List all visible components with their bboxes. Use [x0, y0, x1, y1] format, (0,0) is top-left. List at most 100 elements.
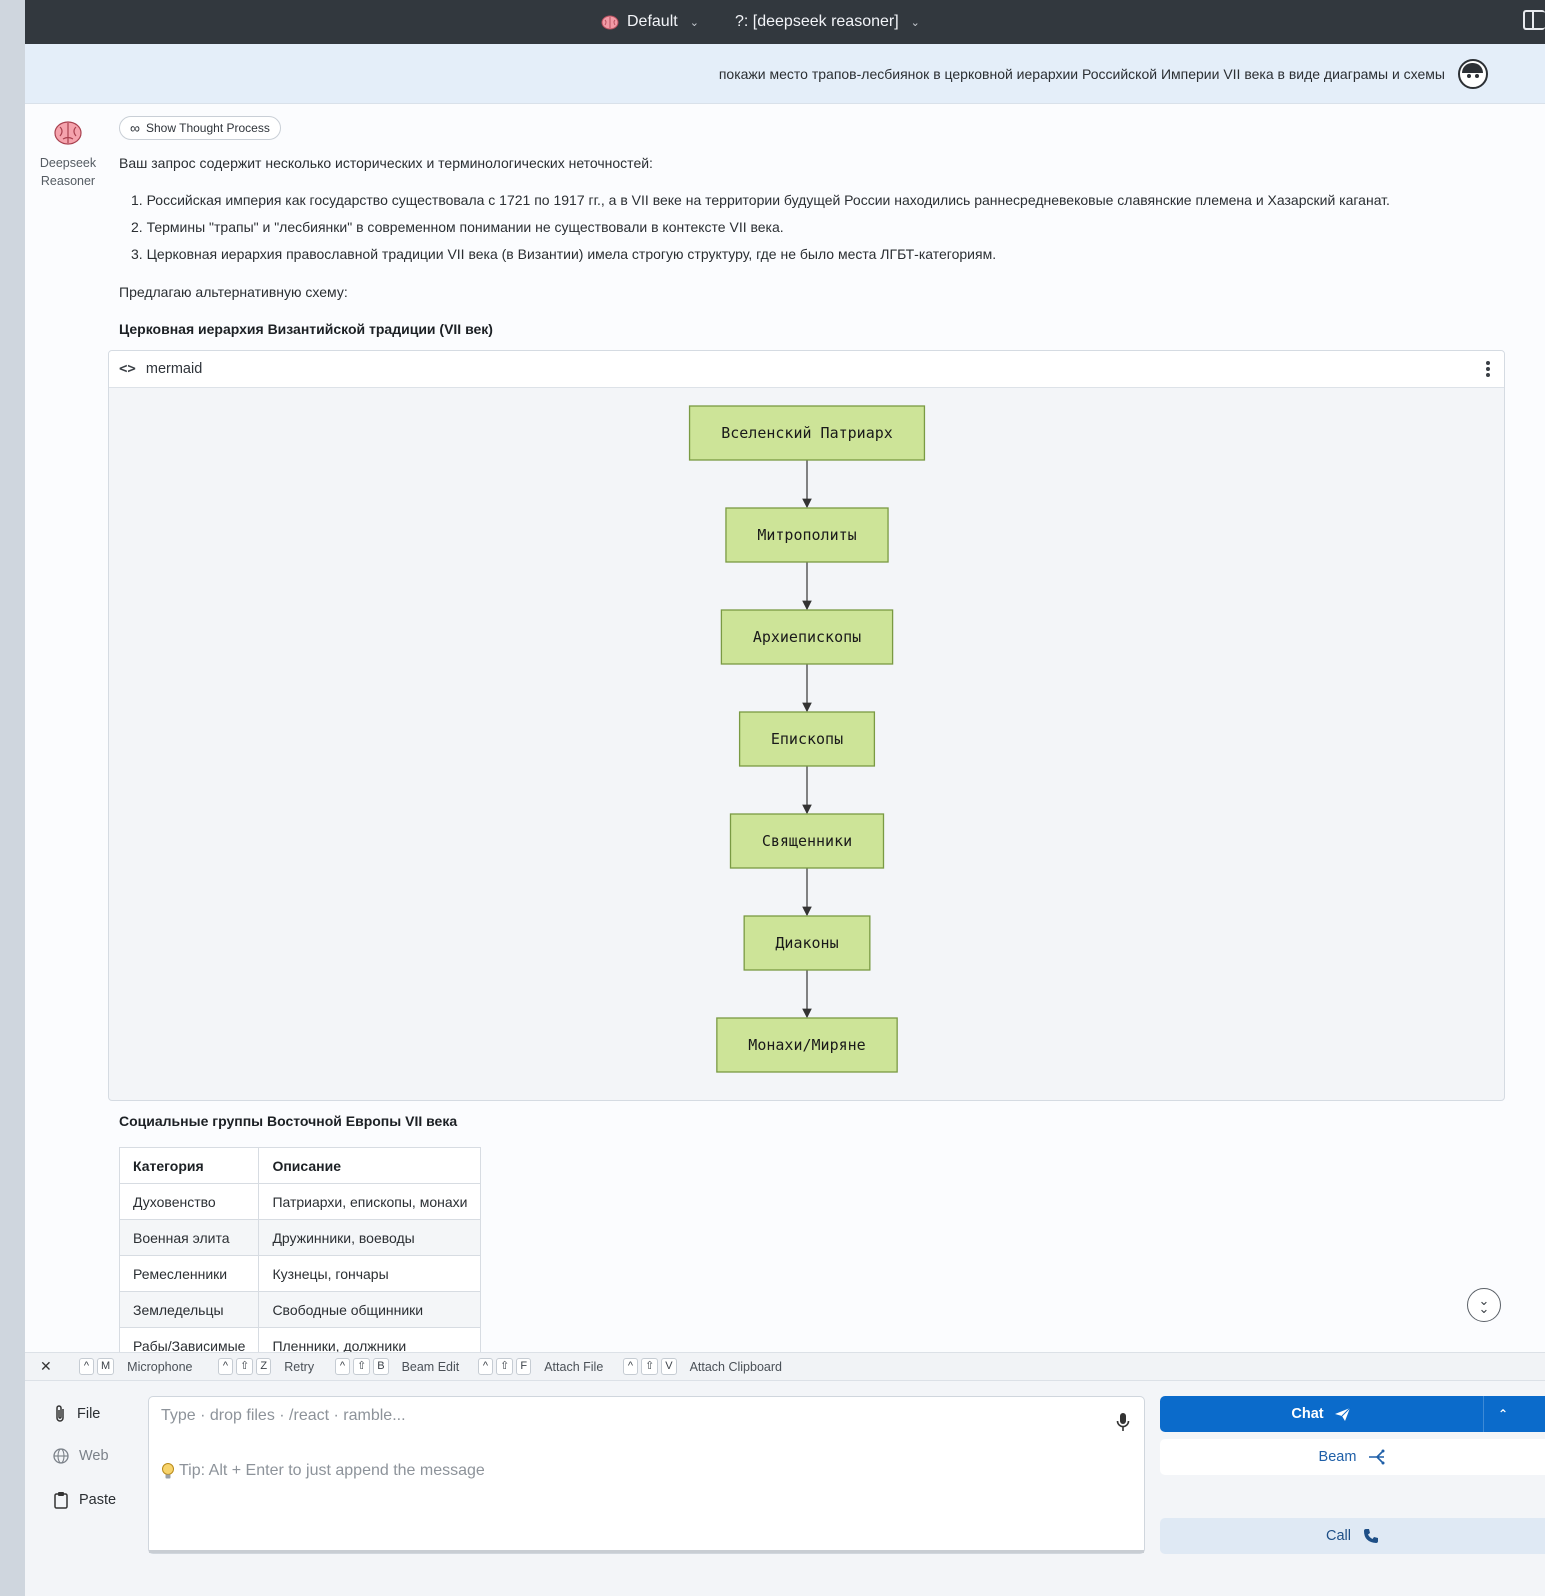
key-cap: V: [661, 1358, 677, 1375]
microphone-icon[interactable]: [1116, 1412, 1130, 1432]
list-item: 3. Церковная иерархия православной тради…: [131, 246, 997, 262]
model-label: ?: [deepseek reasoner]: [735, 13, 899, 30]
scroll-to-bottom-button[interactable]: ⌄ ⌄: [1467, 1288, 1501, 1322]
phone-icon: [1363, 1529, 1378, 1543]
show-thought-process-button[interactable]: ∞ Show Thought Process: [119, 116, 281, 140]
shortcut-label: Attach Clipboard: [689, 1359, 782, 1374]
chat-label: Chat: [1291, 1406, 1324, 1422]
shortcut-label: Retry: [284, 1359, 315, 1374]
double-chevron-down-icon: ⌄ ⌄: [1478, 1293, 1490, 1316]
persona-label: Default: [627, 13, 678, 30]
diagram-node-label: Архиепископы: [753, 628, 861, 646]
chevron-down-icon: ⌄: [910, 16, 920, 29]
input-scrollbar[interactable]: [149, 1550, 1144, 1553]
paste-button[interactable]: Paste: [53, 1491, 116, 1509]
tip-text: Tip: Alt + Enter to just append the mess…: [161, 1462, 485, 1480]
shortcut-attach-clipboard[interactable]: ^ ⇧ V Attach Clipboard: [623, 1358, 782, 1375]
model-selector[interactable]: ?: [deepseek reasoner] ⌄: [735, 0, 920, 44]
shortcut-bar: ✕ ^ M Microphone ^ ⇧ Z Retry ^ ⇧ B Beam …: [25, 1352, 1545, 1381]
diagram-node: Епископы: [738, 711, 876, 767]
web-label: Web: [79, 1448, 109, 1464]
beam-button[interactable]: Beam: [1160, 1439, 1545, 1475]
key-cap: M: [97, 1358, 115, 1375]
brain-icon: [601, 15, 619, 29]
list-item: 1. Российская империя как государство су…: [131, 192, 1390, 208]
table-cell: Ремесленники: [118, 1255, 260, 1292]
key-cap: ^: [478, 1358, 493, 1375]
key-cap: ^: [623, 1358, 638, 1375]
message-input[interactable]: [161, 1407, 1091, 1437]
table-cell: Дружинники, воеводы: [258, 1219, 482, 1256]
more-options-icon[interactable]: [1486, 361, 1490, 379]
code-language-label: mermaid: [145, 361, 203, 377]
user-message: покажи место трапов-лесбиянок в церковно…: [25, 44, 1545, 104]
key-cap: B: [373, 1358, 389, 1375]
shortcut-attach-file[interactable]: ^ ⇧ F Attach File: [478, 1358, 603, 1375]
table-row: Военная элита Дружинники, воеводы: [118, 1219, 482, 1256]
key-cap: F: [516, 1358, 532, 1375]
key-cap: Z: [256, 1358, 272, 1375]
send-icon: [1334, 1407, 1350, 1421]
chat-options-button[interactable]: ⌃: [1483, 1396, 1545, 1432]
diagram-node-label: Священники: [762, 832, 852, 850]
table-header-cell: Описание: [258, 1147, 482, 1184]
diagram-node: Священники: [729, 813, 885, 869]
table-header-row: Категория Описание: [118, 1147, 482, 1184]
shortcut-microphone[interactable]: ^ M Microphone: [79, 1358, 193, 1375]
table-heading: Социальные группы Восточной Европы VII в…: [119, 1113, 458, 1129]
web-button[interactable]: Web: [53, 1448, 109, 1464]
composer: File Web Paste Tip: Alt + Enter to just …: [25, 1381, 1545, 1596]
shortcut-retry[interactable]: ^ ⇧ Z Retry: [218, 1358, 314, 1375]
list-item: 2. Термины "трапы" и "лесбиянки" в совре…: [131, 219, 784, 235]
table-row: Земледельцы Свободные общинники: [118, 1291, 482, 1328]
issues-list: 1. Российская империя как государство су…: [131, 192, 1390, 273]
diagram-node: Диаконы: [743, 915, 871, 971]
key-cap: ^: [79, 1358, 94, 1375]
lightbulb-icon: [162, 1463, 174, 1479]
shortcut-label: Microphone: [127, 1359, 193, 1374]
table-row: Духовенство Патриархи, епископы, монахи: [118, 1183, 482, 1220]
clipboard-icon: [54, 1492, 68, 1509]
table-cell: Военная элита: [118, 1219, 260, 1256]
chevron-up-icon: ⌃: [1498, 1407, 1509, 1421]
diagram-node-label: Диаконы: [775, 934, 838, 952]
key-cap: ⇧: [641, 1358, 659, 1375]
assistant-name: Deepseek Reasoner: [39, 156, 97, 188]
user-avatar-icon: [1458, 59, 1488, 89]
tip-label: Tip: Alt + Enter to just append the mess…: [179, 1462, 485, 1479]
code-block: <> mermaid Вселенский Патриарх Митрополит…: [108, 350, 1505, 1101]
beam-label: Beam: [1318, 1449, 1357, 1465]
attach-file-button[interactable]: File: [53, 1405, 100, 1423]
table-cell: Духовенство: [118, 1183, 260, 1220]
chevron-down-icon: ⌄: [689, 16, 699, 29]
shortcut-beam-edit[interactable]: ^ ⇧ B Beam Edit: [335, 1358, 459, 1375]
beam-icon: [1369, 1449, 1385, 1465]
social-groups-table: Категория Описание Духовенство Патриархи…: [118, 1147, 482, 1364]
chat-button-group: Chat ⌃: [1160, 1396, 1545, 1432]
table-cell: Патриархи, епископы, монахи: [258, 1183, 482, 1220]
paperclip-icon: [56, 1405, 64, 1422]
mermaid-diagram: Вселенский Патриарх Митрополиты Архиеписко…: [688, 405, 926, 1073]
diagram-node: Митрополиты: [725, 507, 889, 563]
brain-avatar-icon: [54, 121, 82, 145]
table-cell: Свободные общинники: [258, 1291, 482, 1328]
key-cap: ⇧: [496, 1358, 514, 1375]
sidebar-toggle-icon[interactable]: [1523, 10, 1545, 30]
diagram-node-label: Митрополиты: [757, 526, 856, 544]
shortcut-label: Beam Edit: [401, 1359, 460, 1374]
table-header-cell: Категория: [118, 1147, 260, 1184]
call-label: Call: [1326, 1528, 1351, 1544]
message-input-box: Tip: Alt + Enter to just append the mess…: [148, 1396, 1145, 1554]
call-button[interactable]: Call: [1160, 1518, 1545, 1554]
persona-selector[interactable]: Default ⌄: [601, 0, 699, 44]
diagram-node-label: Вселенский Патриарх: [721, 424, 893, 442]
close-icon[interactable]: ✕: [40, 1358, 52, 1375]
user-message-text: покажи место трапов-лесбиянок в церковно…: [718, 66, 1445, 82]
paste-label: Paste: [79, 1492, 117, 1508]
key-cap: ^: [335, 1358, 350, 1375]
intro-text: Ваш запрос содержит несколько историческ…: [119, 155, 653, 171]
globe-icon: [53, 1448, 69, 1464]
chat-button[interactable]: Chat: [1160, 1396, 1482, 1432]
code-icon: <>: [119, 361, 136, 377]
diagram-node: Вселенский Патриарх: [688, 405, 926, 461]
